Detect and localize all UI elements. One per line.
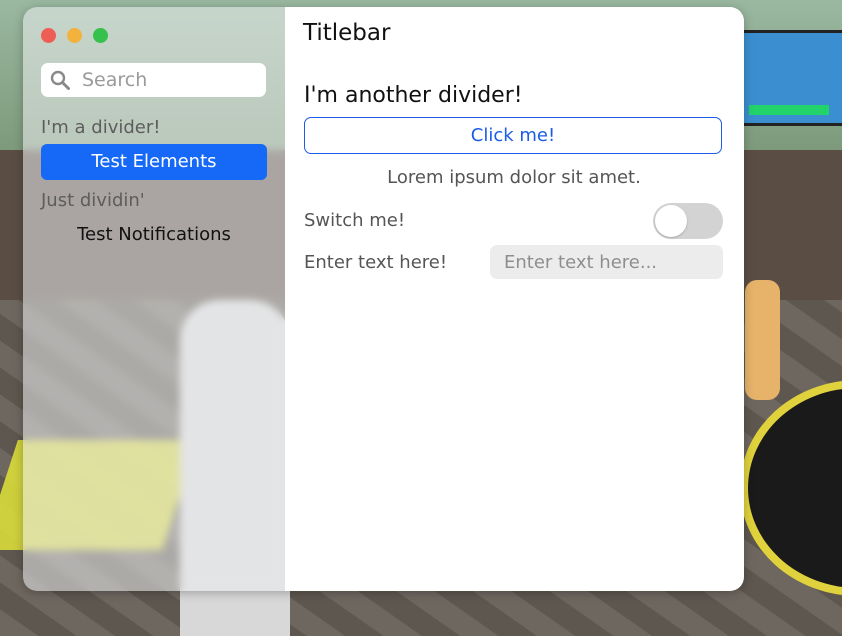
text-input-label: Enter text here! — [304, 252, 448, 273]
background-billboard — [740, 30, 842, 126]
search-icon — [50, 70, 70, 90]
text-input-field[interactable] — [490, 245, 723, 279]
main-panel: Titlebar I'm another divider! Click me! … — [285, 7, 744, 591]
sidebar-item-test-notifications[interactable]: Test Notifications — [41, 217, 267, 253]
switch-toggle[interactable] — [653, 203, 723, 239]
search-input[interactable] — [80, 68, 254, 92]
billboard-button — [749, 105, 829, 115]
maximize-window-button[interactable] — [93, 28, 108, 43]
section-divider: I'm another divider! — [304, 83, 523, 108]
app-window: I'm a divider! Test Elements Just dividi… — [23, 7, 744, 591]
switch-label: Switch me! — [304, 210, 406, 231]
switch-knob — [655, 205, 687, 237]
sidebar: I'm a divider! Test Elements Just dividi… — [23, 7, 285, 591]
traffic-lights — [41, 28, 108, 43]
minimize-window-button[interactable] — [67, 28, 82, 43]
click-me-button[interactable]: Click me! — [304, 117, 722, 154]
lorem-text: Lorem ipsum dolor sit amet. — [387, 167, 641, 188]
sidebar-divider-2: Just dividin' — [41, 190, 145, 211]
background-character-2 — [745, 280, 780, 400]
sidebar-divider-1: I'm a divider! — [41, 117, 161, 138]
close-window-button[interactable] — [41, 28, 56, 43]
sidebar-item-test-elements[interactable]: Test Elements — [41, 144, 267, 180]
window-title: Titlebar — [303, 20, 391, 46]
search-box — [41, 63, 266, 97]
